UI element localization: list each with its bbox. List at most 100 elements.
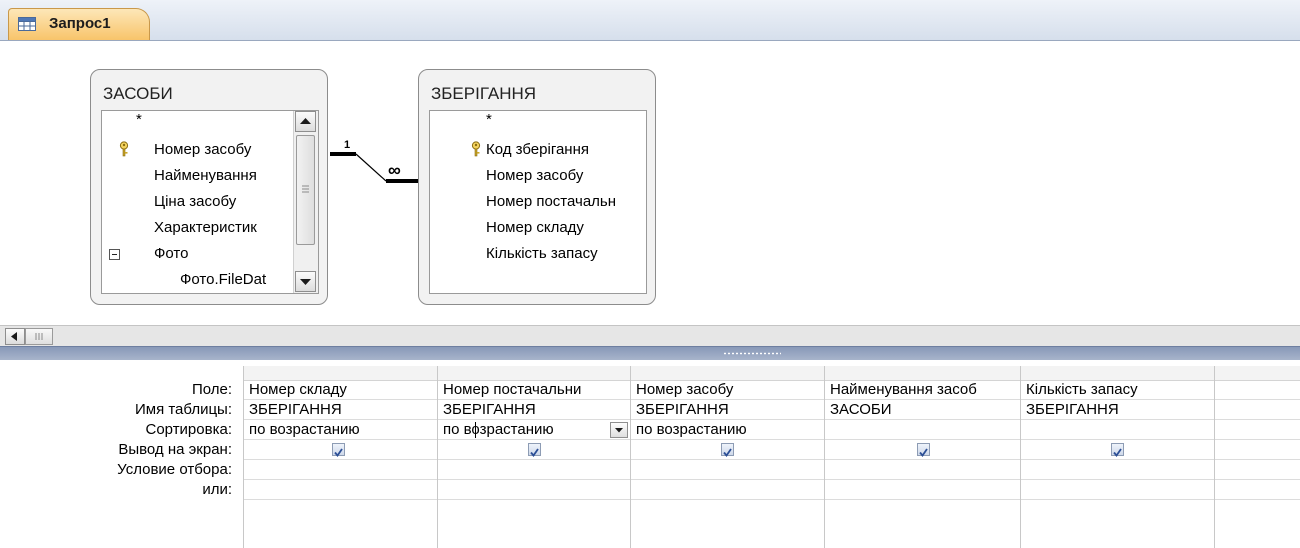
grid-column[interactable]: Кількість запасу ЗБЕРІГАННЯ <box>1020 366 1215 548</box>
show-cell[interactable] <box>825 440 1021 460</box>
field-cell[interactable]: Кількість запасу <box>1021 380 1215 400</box>
row-label-field: Поле: <box>191 381 232 398</box>
sort-cell[interactable] <box>1021 420 1215 440</box>
field-item[interactable]: Номер засобу <box>486 163 583 189</box>
column-selector[interactable] <box>438 366 631 381</box>
checkmark-icon <box>334 448 343 457</box>
field-item[interactable]: Ціна засобу <box>154 189 236 215</box>
tab-title: Запрос1 <box>49 15 111 32</box>
field-item[interactable]: * <box>486 111 492 133</box>
grid-column[interactable]: Номер постачальни ЗБЕРІГАННЯ по возраста… <box>437 366 631 548</box>
grip-icon <box>302 185 309 193</box>
grid-column[interactable]: Номер складу ЗБЕРІГАННЯ по возрастанию <box>243 366 438 548</box>
arrow-left-icon <box>11 332 17 341</box>
show-checkbox[interactable] <box>1111 443 1124 457</box>
checkmark-icon <box>530 448 539 457</box>
column-selector[interactable] <box>1215 366 1300 381</box>
table-cell[interactable]: ЗАСОБИ <box>825 400 1021 420</box>
scroll-thumb[interactable] <box>25 328 53 345</box>
field-item[interactable]: Кількість запасу <box>486 241 598 267</box>
or-cell[interactable] <box>244 480 438 500</box>
or-cell[interactable] <box>1021 480 1215 500</box>
field-item[interactable]: Фото <box>154 241 188 267</box>
show-cell[interactable] <box>631 440 825 460</box>
row-label-sort: Сортировка: <box>145 421 233 438</box>
field-cell[interactable]: Номер складу <box>244 380 438 400</box>
criteria-cell[interactable] <box>825 460 1021 480</box>
criteria-cell[interactable] <box>1215 460 1300 480</box>
field-cell[interactable]: Номер постачальни <box>438 380 631 400</box>
column-selector[interactable] <box>825 366 1021 381</box>
grid-column[interactable]: Номер засобу ЗБЕРІГАННЯ по возрастанию <box>630 366 825 548</box>
arrow-up-icon <box>300 118 311 124</box>
field-cell[interactable]: Номер засобу <box>631 380 825 400</box>
or-cell[interactable] <box>438 480 631 500</box>
show-checkbox[interactable] <box>528 443 541 457</box>
show-checkbox[interactable] <box>721 443 734 457</box>
or-cell[interactable] <box>631 480 825 500</box>
grid-column[interactable]: Найменування засоб ЗАСОБИ <box>824 366 1021 548</box>
show-checkbox[interactable] <box>917 443 930 457</box>
criteria-cell[interactable] <box>631 460 825 480</box>
column-selector[interactable] <box>631 366 825 381</box>
scroll-up-button[interactable] <box>295 111 316 132</box>
sort-cell[interactable]: по возрастанию <box>244 420 438 440</box>
field-item[interactable]: Номер засобу <box>154 137 251 163</box>
field-list[interactable]: * Код зберігання Номер засобу Номер пост… <box>429 110 647 294</box>
field-cell[interactable]: Найменування засоб <box>825 380 1021 400</box>
table-cell[interactable]: ЗБЕРІГАННЯ <box>438 400 631 420</box>
show-cell[interactable] <box>438 440 631 460</box>
table-box-zasoby[interactable]: ЗАСОБИ * Номер засобу Найменування Ціна … <box>90 69 328 305</box>
sort-cell[interactable] <box>825 420 1021 440</box>
field-cell[interactable] <box>1215 380 1300 400</box>
primary-key-icon <box>471 141 481 157</box>
or-cell[interactable] <box>1215 480 1300 500</box>
field-item[interactable]: Фото.FileDat <box>180 267 266 293</box>
criteria-cell[interactable] <box>1021 460 1215 480</box>
many-side-label: ∞ <box>388 160 401 180</box>
column-selector[interactable] <box>1021 366 1215 381</box>
sort-cell[interactable]: по возрастанию <box>631 420 825 440</box>
scroll-thumb[interactable] <box>296 135 315 245</box>
scroll-left-button[interactable] <box>5 328 25 345</box>
checkmark-icon <box>919 448 928 457</box>
field-item[interactable]: Номер складу <box>486 215 584 241</box>
collapse-icon[interactable] <box>109 249 120 260</box>
show-cell[interactable] <box>1215 440 1300 460</box>
criteria-cell[interactable] <box>438 460 631 480</box>
show-checkbox[interactable] <box>332 443 345 457</box>
field-item[interactable]: Найменування <box>154 163 257 189</box>
sort-cell[interactable]: по возрастанию <box>438 420 631 440</box>
show-cell[interactable] <box>244 440 438 460</box>
sort-dropdown-button[interactable] <box>610 422 628 438</box>
row-label-show: Вывод на экран: <box>118 441 232 458</box>
table-cell[interactable]: ЗБЕРІГАННЯ <box>1021 400 1215 420</box>
sort-value: по возрастанию <box>443 421 554 438</box>
field-item[interactable]: Характеристик <box>154 215 257 241</box>
table-cell[interactable]: ЗБЕРІГАННЯ <box>244 400 438 420</box>
criteria-cell[interactable] <box>244 460 438 480</box>
sort-cell[interactable] <box>1215 420 1300 440</box>
table-cell[interactable] <box>1215 400 1300 420</box>
query-design-icon <box>18 17 36 31</box>
table-cell[interactable]: ЗБЕРІГАННЯ <box>631 400 825 420</box>
chevron-down-icon <box>615 428 623 433</box>
diagram-horizontal-scrollbar[interactable] <box>0 325 1300 348</box>
checkmark-icon <box>1113 448 1122 457</box>
field-item[interactable]: Номер постачальн <box>486 189 616 215</box>
column-selector[interactable] <box>244 366 438 381</box>
pane-splitter[interactable] <box>0 346 1300 361</box>
table-box-zberigannia[interactable]: ЗБЕРІГАННЯ * Код зберігання Номер засобу… <box>418 69 656 305</box>
relationship-line[interactable]: 1 ∞ <box>328 131 420 191</box>
grid-column[interactable] <box>1214 366 1300 548</box>
or-cell[interactable] <box>825 480 1021 500</box>
row-label-or: или: <box>202 481 232 498</box>
field-item[interactable]: Код зберігання <box>486 137 589 163</box>
tab-query1[interactable]: Запрос1 <box>8 8 150 40</box>
field-item[interactable]: * <box>136 111 142 133</box>
field-list[interactable]: * Номер засобу Найменування Ціна засобу … <box>101 110 319 294</box>
show-cell[interactable] <box>1021 440 1215 460</box>
field-list-scrollbar[interactable] <box>293 111 318 293</box>
query-diagram-pane: ЗАСОБИ * Номер засобу Найменування Ціна … <box>0 40 1300 348</box>
scroll-down-button[interactable] <box>295 271 316 292</box>
